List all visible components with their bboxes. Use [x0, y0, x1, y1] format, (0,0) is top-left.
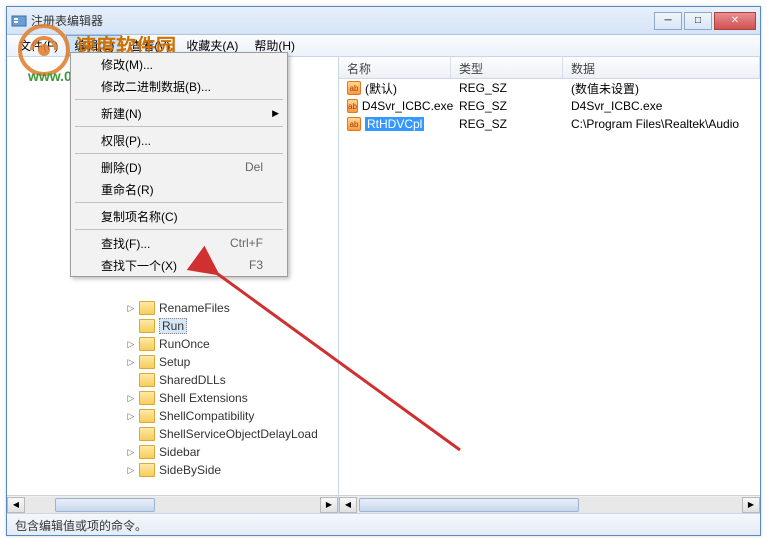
folder-icon — [139, 373, 155, 387]
window-title: 注册表编辑器 — [31, 12, 654, 29]
reg-sz-icon: ab — [347, 81, 361, 95]
folder-icon — [139, 463, 155, 477]
statusbar: 包含编辑值或项的命令。 — [7, 513, 760, 535]
scroll-left-button[interactable]: ◀ — [339, 497, 357, 513]
tree-node[interactable]: ShellServiceObjectDelayLoad — [17, 425, 338, 443]
edit-dropdown-menu: 修改(M)...修改二进制数据(B)... 新建(N)▶ 权限(P)... 删除(D)… — [70, 52, 288, 277]
menu-item[interactable]: 修改二进制数据(B)... — [71, 75, 287, 97]
list-row[interactable]: ab(默认)REG_SZ(数值未设置) — [339, 79, 760, 97]
reg-sz-icon: ab — [347, 99, 358, 113]
app-icon — [11, 13, 27, 29]
folder-icon — [139, 301, 155, 315]
header-name[interactable]: 名称 — [339, 57, 451, 78]
tree-node[interactable]: SharedDLLs — [17, 371, 338, 389]
tree-node[interactable]: Run — [17, 317, 338, 335]
list-row[interactable]: abD4Svr_ICBC.exeREG_SZD4Svr_ICBC.exe — [339, 97, 760, 115]
menu-item[interactable]: 查找(F)...Ctrl+F — [71, 232, 287, 254]
menu-item[interactable]: 复制项名称(C) — [71, 205, 287, 227]
menu-item[interactable]: 权限(P)... — [71, 129, 287, 151]
list-scrollbar-h[interactable]: ◀ ▶ — [339, 495, 760, 513]
reg-sz-icon: ab — [347, 117, 361, 131]
tree-node[interactable]: ▷Sidebar — [17, 443, 338, 461]
folder-icon — [139, 337, 155, 351]
scroll-right-button[interactable]: ▶ — [320, 497, 338, 513]
folder-icon — [139, 319, 155, 333]
menu-item[interactable]: 重命名(R) — [71, 178, 287, 200]
tree-node[interactable]: ▷Setup — [17, 353, 338, 371]
menu-file[interactable]: 文件(F) — [11, 35, 66, 56]
status-text: 包含编辑值或项的命令。 — [15, 519, 147, 533]
menu-item[interactable]: 修改(M)... — [71, 53, 287, 75]
list-header: 名称 类型 数据 — [339, 57, 760, 79]
tree-node[interactable]: ▷RunOnce — [17, 335, 338, 353]
header-data[interactable]: 数据 — [563, 57, 760, 78]
folder-icon — [139, 445, 155, 459]
tree-scrollbar-h[interactable]: ◀ ▶ — [7, 495, 338, 513]
folder-icon — [139, 427, 155, 441]
maximize-button[interactable]: □ — [684, 12, 712, 30]
folder-icon — [139, 391, 155, 405]
list-row[interactable]: abRtHDVCplREG_SZC:\Program Files\Realtek… — [339, 115, 760, 133]
header-type[interactable]: 类型 — [451, 57, 563, 78]
menu-item[interactable]: 新建(N)▶ — [71, 102, 287, 124]
menu-item[interactable]: 查找下一个(X)F3 — [71, 254, 287, 276]
folder-icon — [139, 355, 155, 369]
menu-item[interactable]: 删除(D)Del — [71, 156, 287, 178]
scroll-left-button[interactable]: ◀ — [7, 497, 25, 513]
scroll-right-button[interactable]: ▶ — [742, 497, 760, 513]
close-button[interactable]: ✕ — [714, 12, 756, 30]
tree-node[interactable]: ▷SideBySide — [17, 461, 338, 479]
tree-node[interactable]: ▷ShellCompatibility — [17, 407, 338, 425]
tree-node[interactable]: ▷RenameFiles — [17, 299, 338, 317]
tree-node[interactable]: ▷Shell Extensions — [17, 389, 338, 407]
values-list[interactable]: ab(默认)REG_SZ(数值未设置)abD4Svr_ICBC.exeREG_S… — [339, 79, 760, 495]
titlebar: 注册表编辑器 ─ □ ✕ — [7, 7, 760, 35]
minimize-button[interactable]: ─ — [654, 12, 682, 30]
folder-icon — [139, 409, 155, 423]
values-panel: 名称 类型 数据 ab(默认)REG_SZ(数值未设置)abD4Svr_ICBC… — [339, 57, 760, 513]
